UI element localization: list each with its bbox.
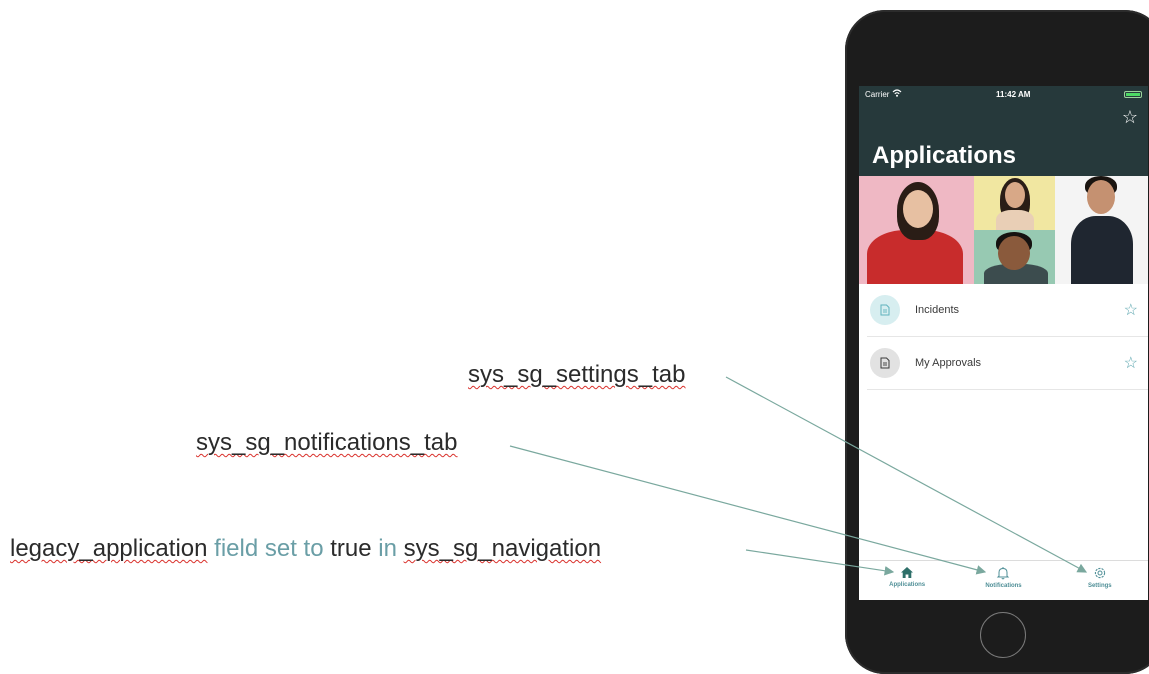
hero-photo-woman-smiling — [974, 176, 1055, 230]
list-item-label: My Approvals — [915, 357, 982, 369]
annotation-settings-text: sys_sg_settings_tab — [468, 361, 686, 388]
tab-settings[interactable]: Settings — [1060, 566, 1140, 589]
application-list: Incidents ☆ My Approvals ☆ — [859, 284, 1148, 390]
annotation-legacy-table: sys_sg_navigation — [403, 535, 602, 562]
star-outline-icon[interactable]: ☆ — [1122, 108, 1138, 126]
annotation-settings-tab: sys_sg_settings_tab — [468, 361, 685, 389]
list-item-my-approvals[interactable]: My Approvals ☆ — [867, 337, 1148, 390]
annotation-legacy-connector: field set to — [207, 535, 331, 562]
annotation-legacy-in: in — [371, 535, 404, 562]
tab-label: Settings — [1087, 583, 1112, 589]
list-item-label: Incidents — [915, 304, 960, 316]
battery-level — [1126, 92, 1140, 96]
home-button[interactable] — [980, 612, 1026, 658]
annotation-legacy-value: true — [330, 535, 372, 562]
hero-photo-man-smiling — [974, 230, 1055, 284]
star-outline-icon[interactable]: ☆ — [1124, 353, 1138, 373]
hero-photo-woman-headset — [859, 176, 974, 284]
wifi-icon — [892, 89, 902, 99]
gear-icon — [1093, 566, 1107, 580]
document-icon — [870, 295, 900, 325]
app-header: ☆ Applications — [859, 102, 1148, 176]
star-outline-icon[interactable]: ☆ — [1124, 300, 1138, 320]
annotation-legacy-application: legacy_application field set to true in … — [10, 535, 601, 563]
tab-bar: Applications Notifications Settings — [859, 560, 1148, 600]
hero-photo-man-sitting — [1055, 176, 1148, 284]
carrier-label: Carrier — [865, 89, 890, 99]
document-icon — [870, 348, 900, 378]
status-carrier-group: Carrier — [865, 89, 902, 99]
tab-label: Notifications — [985, 583, 1022, 589]
home-icon — [900, 566, 914, 579]
tab-notifications[interactable]: Notifications — [963, 566, 1043, 589]
tab-applications[interactable]: Applications — [867, 566, 947, 588]
app-screen: Carrier 11:42 AM ☆ Applications Incident… — [859, 86, 1148, 600]
annotation-legacy-field: legacy_application — [10, 535, 208, 562]
bell-icon — [996, 566, 1010, 580]
annotation-notifications-tab: sys_sg_notifications_tab — [196, 429, 458, 457]
hero-banner — [859, 176, 1148, 284]
list-item-incidents[interactable]: Incidents ☆ — [867, 284, 1148, 337]
page-title: Applications — [872, 142, 1017, 169]
tab-label: Applications — [889, 582, 926, 588]
status-bar: Carrier 11:42 AM — [859, 86, 1148, 102]
battery-icon — [1124, 90, 1142, 98]
annotation-notifications-text: sys_sg_notifications_tab — [196, 429, 458, 456]
hero-photo-column — [974, 176, 1055, 284]
status-time: 11:42 AM — [996, 89, 1031, 99]
